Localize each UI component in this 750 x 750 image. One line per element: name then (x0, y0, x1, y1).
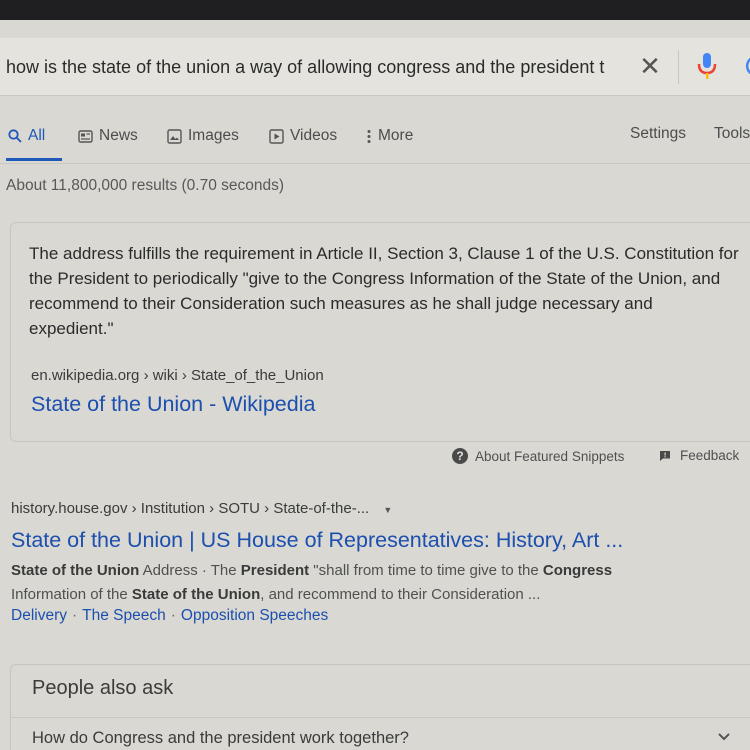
search-bar-divider (678, 50, 679, 84)
tab-news[interactable]: News (78, 127, 138, 145)
sitelink-opposition-speeches[interactable]: Opposition Speeches (181, 607, 328, 624)
featured-snippet: The address fulfills the requirement in … (10, 222, 750, 442)
help-icon: ? (452, 448, 468, 464)
desc-text: , and recommend to their Consideration .… (260, 586, 541, 603)
desc-text: "shall from time to time give to the (309, 562, 543, 579)
tab-label: News (99, 127, 138, 144)
featured-snippet-title-link[interactable]: State of the Union - Wikipedia (31, 392, 315, 417)
sitelink-separator: · (71, 607, 78, 624)
tabs-divider (0, 163, 750, 164)
tab-more[interactable]: More (366, 127, 413, 145)
feedback-link[interactable]: Feedback (659, 448, 739, 463)
people-also-ask: People also ask How do Congress and the … (10, 664, 750, 750)
close-icon[interactable]: ✕ (638, 52, 662, 80)
microphone-icon[interactable] (696, 51, 718, 81)
tools-label: Tools (714, 125, 750, 142)
sitelink-the-speech[interactable]: The Speech (82, 607, 166, 624)
desc-bold: State of the Union (131, 586, 261, 603)
tab-videos[interactable]: Videos (269, 127, 337, 145)
result-stats: About 11,800,000 results (0.70 seconds) (6, 177, 285, 194)
featured-snippet-footer: ? About Featured Snippets Feedback (0, 446, 750, 470)
sitelink-separator: · (170, 607, 176, 624)
image-icon (167, 128, 182, 144)
tab-label: Videos (290, 127, 338, 144)
tab-label: Images (188, 127, 239, 144)
people-also-ask-title: People also ask (32, 677, 174, 699)
result-snippet: State of the Union Address · The Preside… (11, 559, 711, 607)
active-tab-indicator (6, 158, 62, 161)
people-also-ask-divider (11, 717, 750, 718)
search-tabs: All News Images Videos More Settings Too… (0, 118, 750, 162)
about-featured-snippets-label: About Featured Snippets (475, 448, 625, 464)
tab-all[interactable]: All (8, 127, 45, 145)
browser-top-bar (0, 0, 750, 20)
tab-label: All (28, 127, 46, 144)
settings-link[interactable]: Settings (630, 125, 686, 143)
caret-down-icon[interactable]: ▼ (383, 505, 392, 515)
desc-text: Address · The (139, 562, 241, 579)
people-also-ask-question[interactable]: How do Congress and the president work t… (32, 729, 409, 748)
result-title-link[interactable]: State of the Union | US House of Represe… (11, 528, 623, 553)
settings-label: Settings (630, 125, 687, 142)
news-icon (78, 129, 93, 143)
about-featured-snippets-link[interactable]: ? About Featured Snippets (452, 448, 624, 464)
desc-text: Information of the (11, 586, 132, 603)
desc-bold: President (240, 562, 310, 579)
search-bar: how is the state of the union a way of a… (0, 38, 750, 96)
more-vert-icon (367, 129, 371, 143)
search-icon (8, 129, 22, 143)
sitelink-delivery[interactable]: Delivery (11, 607, 67, 624)
search-input[interactable]: how is the state of the union a way of a… (6, 57, 628, 81)
result-breadcrumb-text: history.house.gov › Institution › SOTU ›… (11, 500, 370, 517)
feedback-icon (660, 450, 670, 461)
desc-bold: State of the Union (11, 562, 140, 579)
feedback-label: Feedback (680, 448, 740, 463)
result-breadcrumb[interactable]: history.house.gov › Institution › SOTU ›… (11, 500, 392, 517)
camera-search-icon[interactable] (740, 54, 750, 78)
result-sitelinks: Delivery · The Speech · Opposition Speeches (11, 607, 328, 625)
featured-snippet-source[interactable]: en.wikipedia.org › wiki › State_of_the_U… (31, 367, 324, 384)
featured-snippet-text: The address fulfills the requirement in … (29, 244, 739, 338)
chevron-down-icon[interactable] (715, 727, 733, 745)
desc-bold: Congress (542, 562, 613, 579)
video-icon (269, 128, 284, 144)
tab-images[interactable]: Images (167, 127, 239, 145)
tab-label: More (378, 127, 414, 144)
tools-link[interactable]: Tools (714, 125, 750, 143)
